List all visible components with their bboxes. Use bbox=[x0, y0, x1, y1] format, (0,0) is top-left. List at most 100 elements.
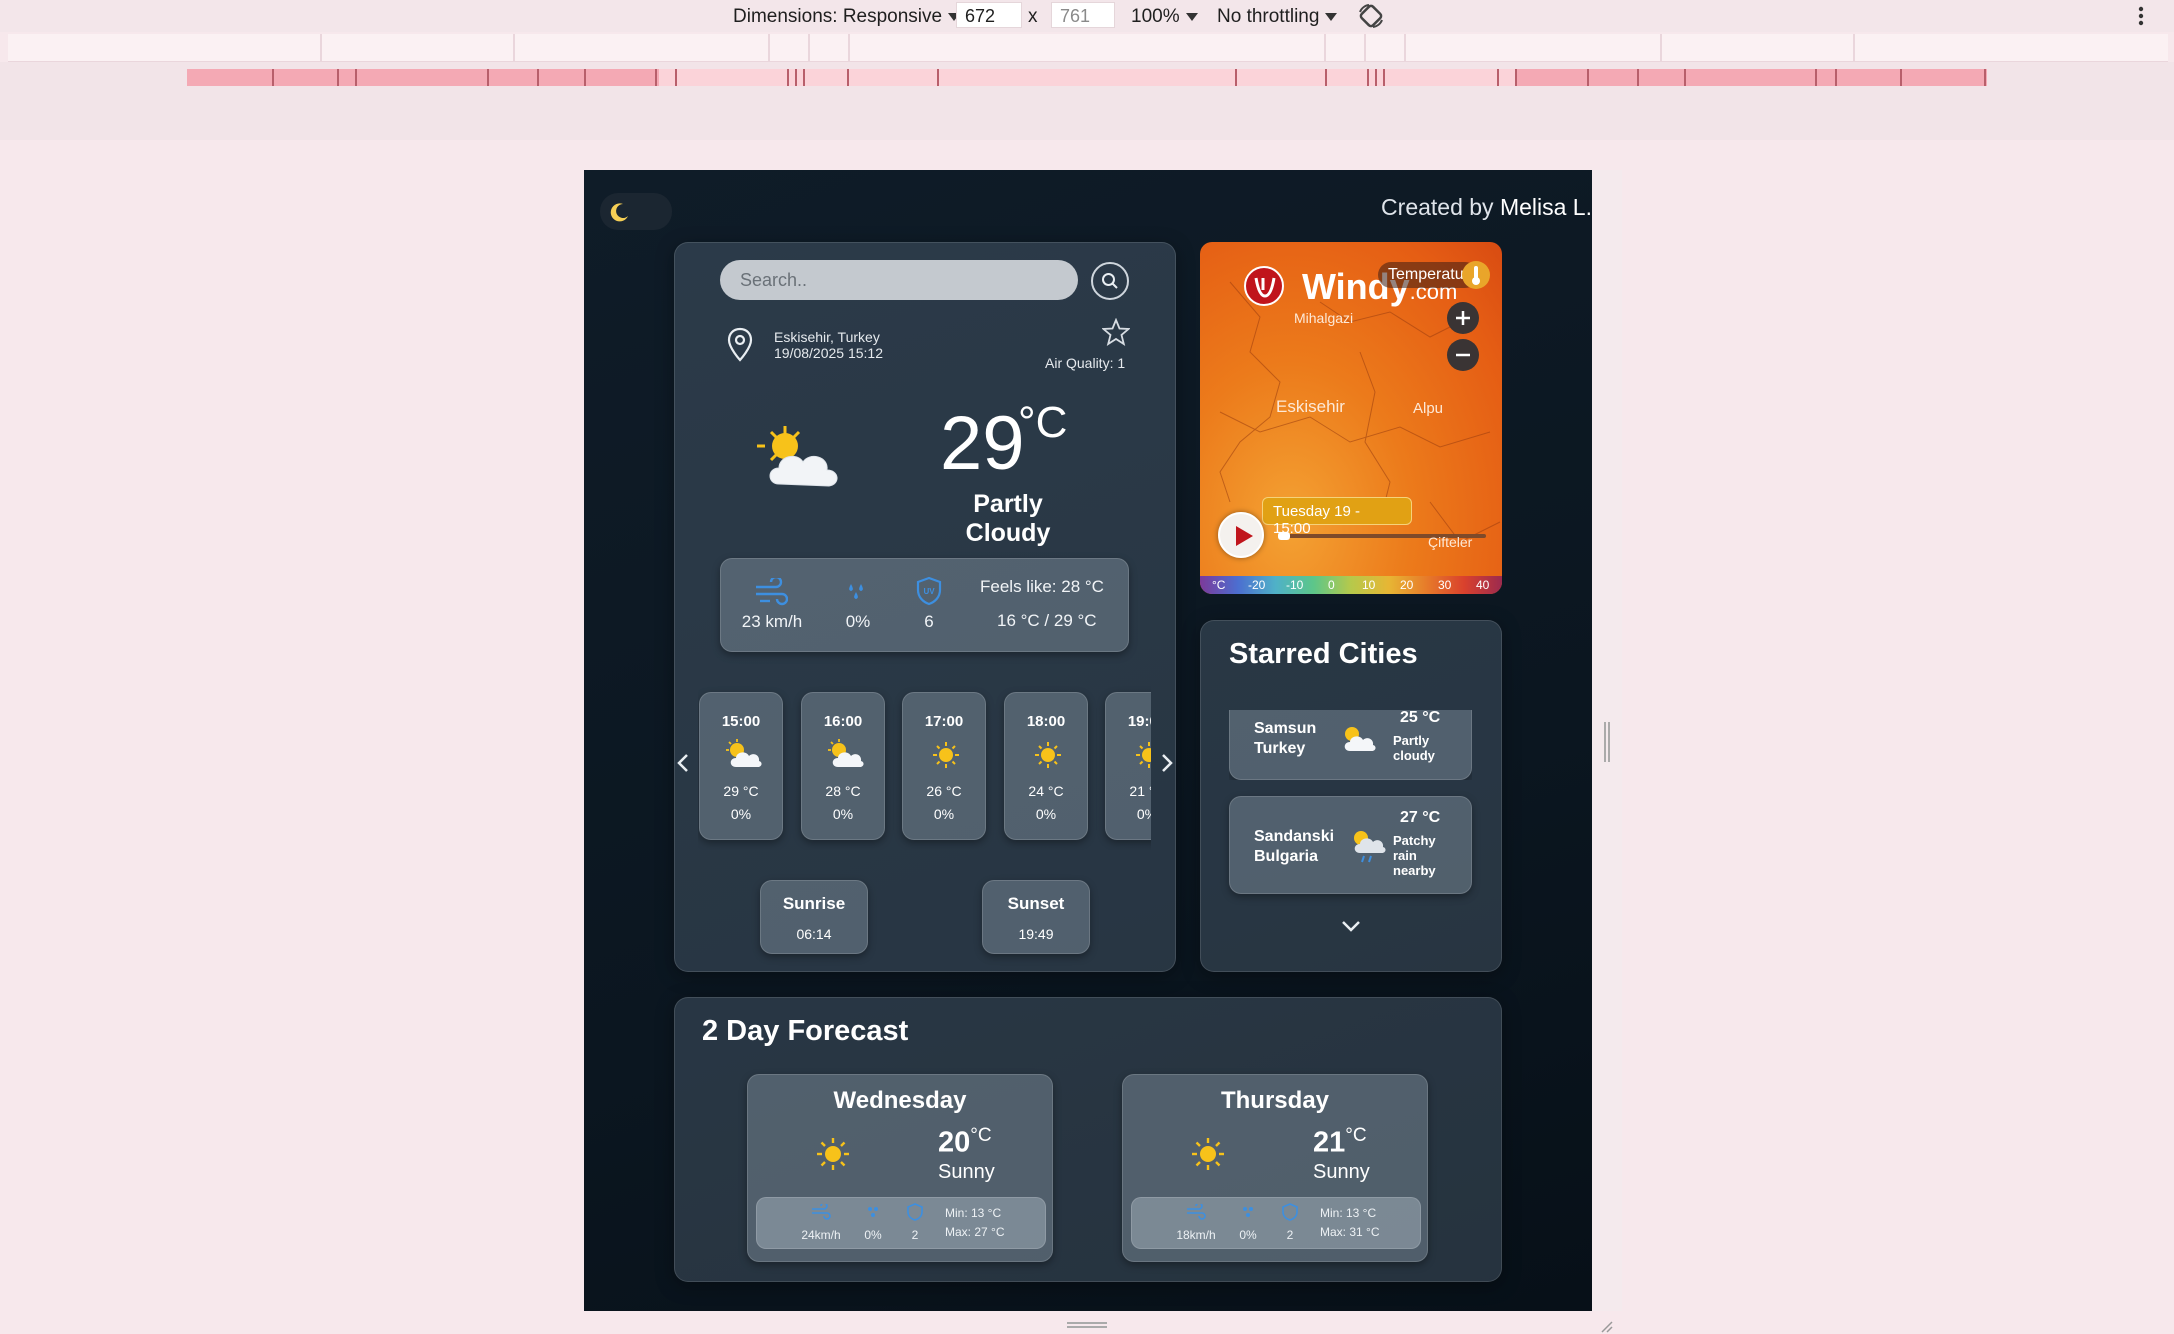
sunset-label: Sunset bbox=[1007, 894, 1065, 913]
uv-index: 6 bbox=[924, 612, 934, 631]
hour-time: 15:00 bbox=[721, 713, 761, 730]
sunrise-label: Sunrise bbox=[782, 894, 846, 913]
forecast-min: Min: 13 °C bbox=[1320, 1206, 1377, 1220]
star-icon[interactable] bbox=[1102, 318, 1130, 346]
uv-shield-icon bbox=[1282, 1203, 1298, 1221]
condition-line: rain bbox=[1393, 848, 1417, 863]
hourly-prev-arrow-icon[interactable] bbox=[676, 752, 690, 774]
throttling-dropdown[interactable]: No throttling bbox=[1217, 6, 1338, 28]
dimensions-dropdown[interactable]: Dimensions: Responsive bbox=[733, 6, 961, 28]
side-resize-handle[interactable] bbox=[1604, 722, 1610, 762]
legend-label: -20 bbox=[1248, 578, 1266, 592]
uv-shield-icon bbox=[907, 1203, 923, 1221]
search-icon bbox=[1102, 273, 1118, 289]
hour-precip: 0% bbox=[1035, 806, 1057, 822]
legend-label: 20 bbox=[1400, 578, 1414, 592]
play-icon bbox=[1236, 526, 1253, 546]
more-options-icon[interactable] bbox=[2137, 5, 2145, 27]
timeline-tooltip: Tuesday 19 - 15:00 bbox=[1262, 497, 1412, 537]
theme-toggle[interactable] bbox=[600, 193, 672, 230]
times-sign: x bbox=[1028, 6, 1038, 27]
legend-label: °C bbox=[1212, 578, 1226, 592]
hour-time: 16:00 bbox=[823, 713, 863, 730]
forecast-stats: 24km/h 0% 2 Min: 13 °C Max: 27 °C bbox=[756, 1197, 1046, 1249]
wind-speed: 23 km/h bbox=[741, 612, 803, 631]
sun-icon bbox=[933, 742, 959, 768]
location-pin-icon bbox=[727, 327, 753, 362]
moon-icon bbox=[610, 203, 628, 222]
city-condition: Partly cloudy bbox=[1393, 733, 1435, 763]
legend-label: 40 bbox=[1476, 578, 1490, 592]
hourly-card: 18:00 24 °C 0% bbox=[1004, 692, 1088, 840]
country-label: Turkey bbox=[1254, 740, 1306, 757]
starred-list-clip: Samsun Turkey 25 °C Partly cloudy bbox=[1229, 710, 1472, 780]
forecast-wind: 24km/h bbox=[801, 1228, 841, 1242]
raindrops-icon bbox=[849, 584, 863, 599]
precipitation: 0% bbox=[845, 612, 871, 631]
condition-line: nearby bbox=[1393, 863, 1436, 878]
forecast-day-card: Thursday 21°C Sunny 18km/h 0% 2 Min: 13 … bbox=[1122, 1074, 1428, 1262]
throttling-label: No throttling bbox=[1217, 6, 1320, 27]
thermometer-icon bbox=[1462, 261, 1490, 289]
map-place-label: Çifteler bbox=[1428, 534, 1473, 550]
corner-resize-icon[interactable] bbox=[1598, 1318, 1614, 1334]
dimensions-label: Dimensions: Responsive bbox=[733, 6, 943, 27]
starred-city-card[interactable]: Samsun Turkey 25 °C Partly cloudy bbox=[1229, 710, 1472, 780]
chevron-down-icon[interactable] bbox=[1340, 918, 1362, 934]
play-button[interactable] bbox=[1218, 512, 1264, 558]
forecast-day-card: Wednesday 20°C Sunny 24km/h 0% 2 Min: 13… bbox=[747, 1074, 1053, 1262]
width-input[interactable]: 672 bbox=[956, 2, 1022, 28]
map-place-label: Alpu bbox=[1413, 400, 1444, 417]
forecast-wind: 18km/h bbox=[1176, 1228, 1216, 1242]
starred-cities-title: Starred Cities bbox=[1229, 638, 1418, 670]
rotate-icon[interactable] bbox=[1357, 2, 1385, 30]
zoom-in-button[interactable] bbox=[1447, 302, 1479, 334]
hourly-next-arrow-icon[interactable] bbox=[1160, 752, 1174, 774]
starred-city-card[interactable]: Sandanski Bulgaria 27 °C Patchy rain nearby bbox=[1229, 796, 1472, 894]
hour-time: 18:00 bbox=[1026, 713, 1066, 730]
current-condition: Partly Cloudy bbox=[965, 490, 1051, 547]
minus-icon bbox=[1456, 353, 1470, 357]
location-name: Eskisehir, Turkey bbox=[774, 329, 880, 345]
height-input[interactable]: 761 bbox=[1051, 2, 1115, 28]
feels-like: Feels like: 28 °C bbox=[980, 577, 1104, 596]
sunrise-card: Sunrise 06:14 bbox=[760, 880, 868, 954]
zoom-dropdown[interactable]: 100% bbox=[1131, 6, 1198, 28]
credit-text: Created by Melisa L. bbox=[1381, 194, 1592, 221]
condition-line: Patchy bbox=[1393, 833, 1436, 848]
raindrops-icon bbox=[1243, 1207, 1253, 1217]
local-datetime: 19/08/2025 15:12 bbox=[774, 345, 883, 361]
condition-line: cloudy bbox=[1393, 748, 1435, 763]
hour-precip: 0% bbox=[832, 806, 854, 822]
air-quality: Air Quality: 1 bbox=[1045, 355, 1126, 371]
timeline-handle[interactable] bbox=[1278, 532, 1290, 540]
city-label: Samsun bbox=[1254, 720, 1317, 737]
temperature-legend: °C -20 -10 0 10 20 30 40 bbox=[1200, 576, 1502, 594]
search-input[interactable]: Search.. bbox=[720, 260, 1078, 300]
partly-cloudy-icon bbox=[828, 739, 864, 767]
forecast-temp-unit: °C bbox=[970, 1125, 992, 1146]
hour-precip: 0% bbox=[730, 806, 752, 822]
zoom-out-button[interactable] bbox=[1447, 339, 1479, 371]
forecast-min: Min: 13 °C bbox=[945, 1206, 1002, 1220]
legend-label: 30 bbox=[1438, 578, 1452, 592]
search-button[interactable] bbox=[1091, 262, 1129, 300]
forecast-condition: Sunny bbox=[1313, 1161, 1370, 1183]
wind-icon bbox=[756, 578, 788, 606]
city-name: Sandanski Bulgaria bbox=[1254, 827, 1334, 867]
bottom-resize-handle[interactable] bbox=[1067, 1322, 1107, 1328]
credit-prefix: Created by bbox=[1381, 194, 1494, 220]
city-temp: 25 °C bbox=[1400, 710, 1441, 726]
forecast-precip: 0% bbox=[864, 1228, 882, 1242]
hour-precip: 0% bbox=[1136, 806, 1151, 822]
forecast-day-name: Wednesday bbox=[833, 1087, 967, 1114]
partly-cloudy-icon bbox=[726, 739, 762, 767]
plus-icon bbox=[1456, 311, 1470, 325]
sunset-time: 19:49 bbox=[1018, 926, 1054, 942]
media-query-bar[interactable] bbox=[8, 34, 2168, 62]
forecast-precip: 0% bbox=[1239, 1228, 1257, 1242]
forecast-day-name: Thursday bbox=[1220, 1087, 1330, 1114]
temperature-unit: °C bbox=[1018, 398, 1068, 447]
partly-cloudy-icon bbox=[1344, 727, 1376, 751]
windy-map[interactable]: Windy.com Temperature Mihalgazi Eskisehi… bbox=[1200, 242, 1502, 594]
